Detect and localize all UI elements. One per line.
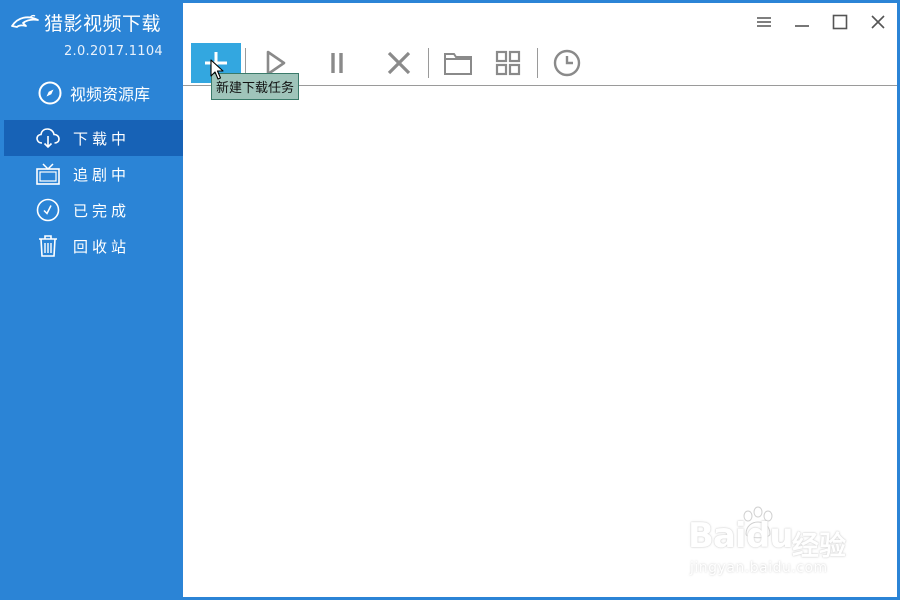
video-library-button[interactable]: 视频资源库 <box>38 80 150 106</box>
sidebar-item-completed[interactable]: 已完成 <box>4 192 183 228</box>
sidebar-nav: 下载中 追剧中 已完成 回收站 <box>4 120 183 264</box>
toolbar-separator <box>428 48 429 78</box>
app-brand: 猎影视频下载 <box>10 9 161 35</box>
toolbar-separator <box>537 48 538 78</box>
folder-icon <box>444 53 472 75</box>
sidebar-item-label: 追剧中 <box>73 165 131 184</box>
watermark-brand-cn: 经验 <box>792 531 846 562</box>
sidebar-item-tracking[interactable]: 追剧中 <box>4 156 183 192</box>
sidebar-item-label: 回收站 <box>73 237 131 256</box>
sidebar-item-label: 下载中 <box>73 129 131 148</box>
open-folder-button[interactable] <box>433 43 483 83</box>
close-icon <box>387 51 411 75</box>
close-window-button[interactable] <box>859 3 897 41</box>
trash-icon <box>39 235 57 257</box>
cloud-download-icon <box>36 128 60 149</box>
close-icon <box>871 15 885 29</box>
sidebar-item-downloading[interactable]: 下载中 <box>4 120 183 156</box>
video-library-label: 视频资源库 <box>70 85 151 104</box>
check-circle-icon <box>36 198 60 222</box>
maximize-icon <box>832 14 848 30</box>
watermark-brand-left: Bai <box>688 516 747 556</box>
sidebar: 猎影视频下载 2.0.2017.1104 视频资源库 下载中 追剧中 已完成 回… <box>0 0 183 600</box>
watermark-url: jingyan.baidu.com <box>690 560 828 576</box>
app-title: 猎影视频下载 <box>44 12 162 35</box>
sidebar-item-recycle-bin[interactable]: 回收站 <box>4 228 183 264</box>
minimize-icon <box>795 25 809 27</box>
baidu-watermark: Bai du 经验 jingyan.baidu.com <box>688 498 868 588</box>
sidebar-item-label: 已完成 <box>73 201 131 220</box>
app-version: 2.0.2017.1104 <box>63 44 163 59</box>
window-controls <box>745 3 897 41</box>
menu-button[interactable] <box>745 3 783 41</box>
maximize-button[interactable] <box>821 3 859 41</box>
schedule-button[interactable] <box>542 43 592 83</box>
pause-button[interactable] <box>312 43 362 83</box>
minimize-button[interactable] <box>783 3 821 41</box>
main-panel: 新建下载任务 Bai du 经验 jingyan.baidu.com <box>183 3 897 597</box>
view-mode-button[interactable] <box>483 43 533 83</box>
mouse-cursor-icon <box>210 59 224 80</box>
compass-icon <box>38 81 62 105</box>
pause-icon <box>331 53 343 73</box>
delete-button[interactable] <box>374 43 424 83</box>
menu-icon <box>757 17 771 27</box>
app-logo-icon <box>11 14 39 28</box>
watermark-brand-right: du <box>746 516 794 556</box>
grid-icon <box>495 50 521 76</box>
clock-icon <box>553 49 581 77</box>
tv-icon <box>36 163 60 185</box>
new-download-tooltip: 新建下载任务 <box>211 73 300 100</box>
